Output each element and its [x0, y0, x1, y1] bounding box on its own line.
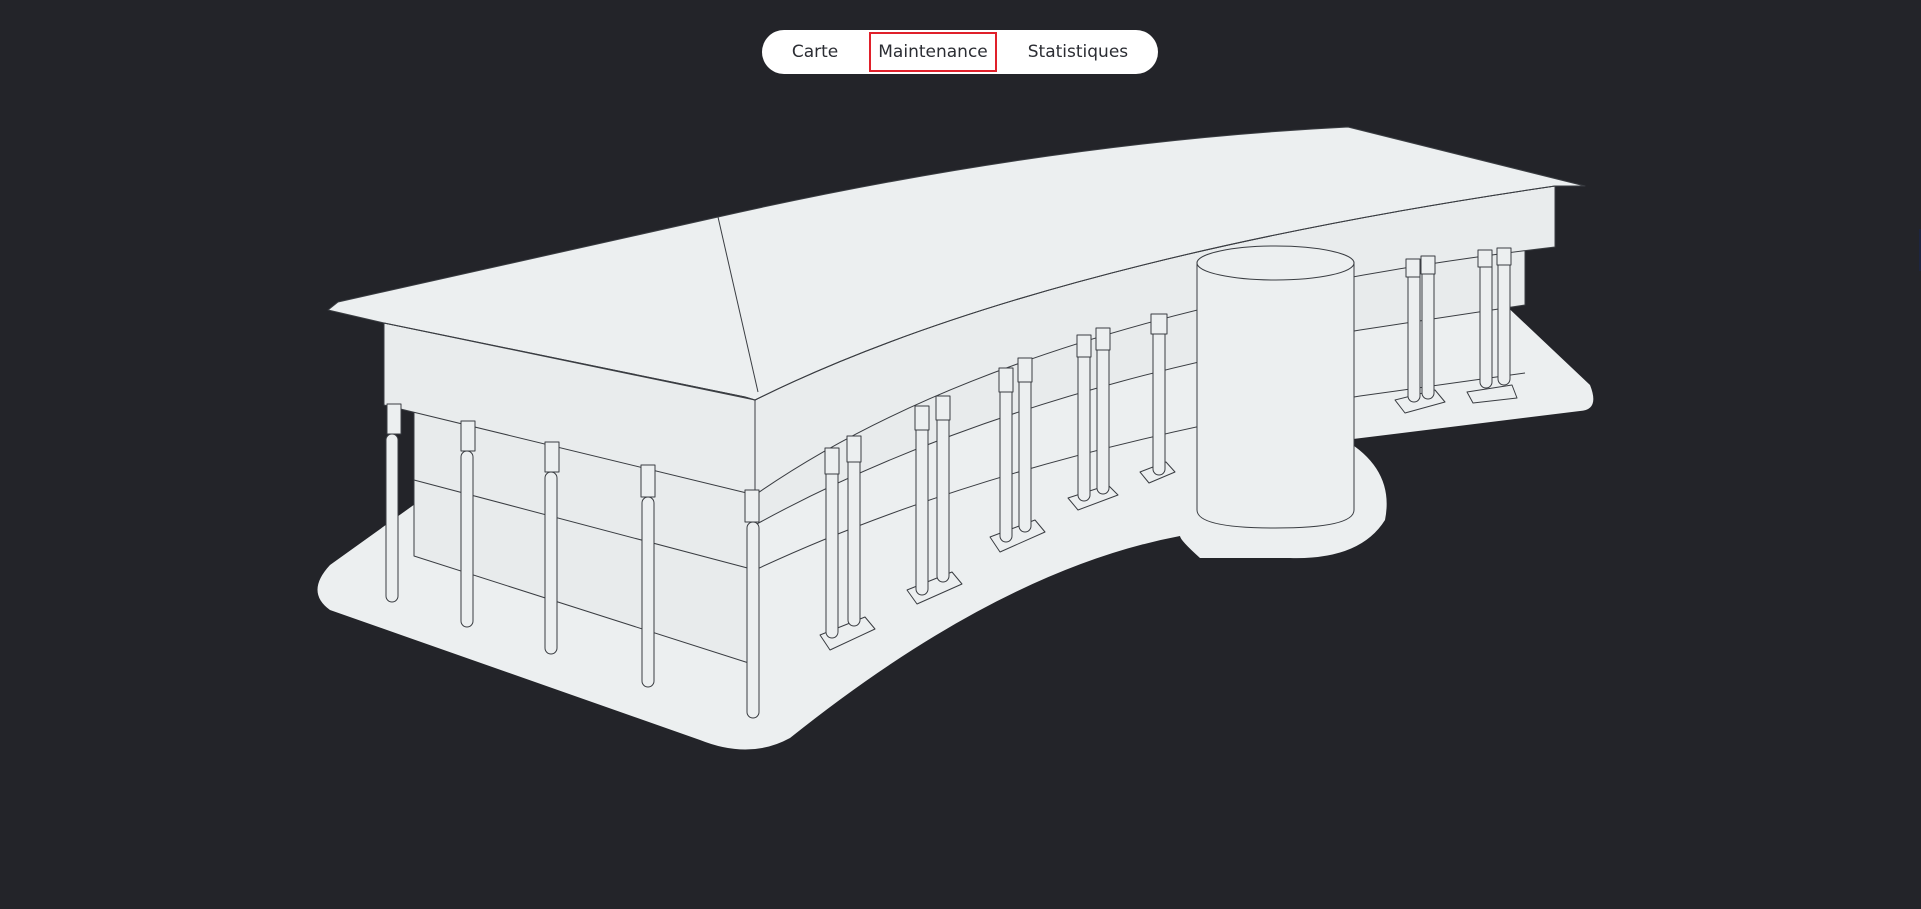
- tab-statistiques[interactable]: Statistiques: [1021, 34, 1135, 70]
- cylinder-top: [1196, 245, 1355, 281]
- building-3d-model[interactable]: [0, 0, 1921, 909]
- cylinder-body: [1196, 261, 1355, 529]
- view-switcher: Carte Maintenance Statistiques: [762, 30, 1158, 74]
- app-viewport: Carte Maintenance Statistiques: [0, 0, 1921, 909]
- tab-maintenance[interactable]: Maintenance: [869, 32, 997, 72]
- tab-carte[interactable]: Carte: [785, 34, 845, 70]
